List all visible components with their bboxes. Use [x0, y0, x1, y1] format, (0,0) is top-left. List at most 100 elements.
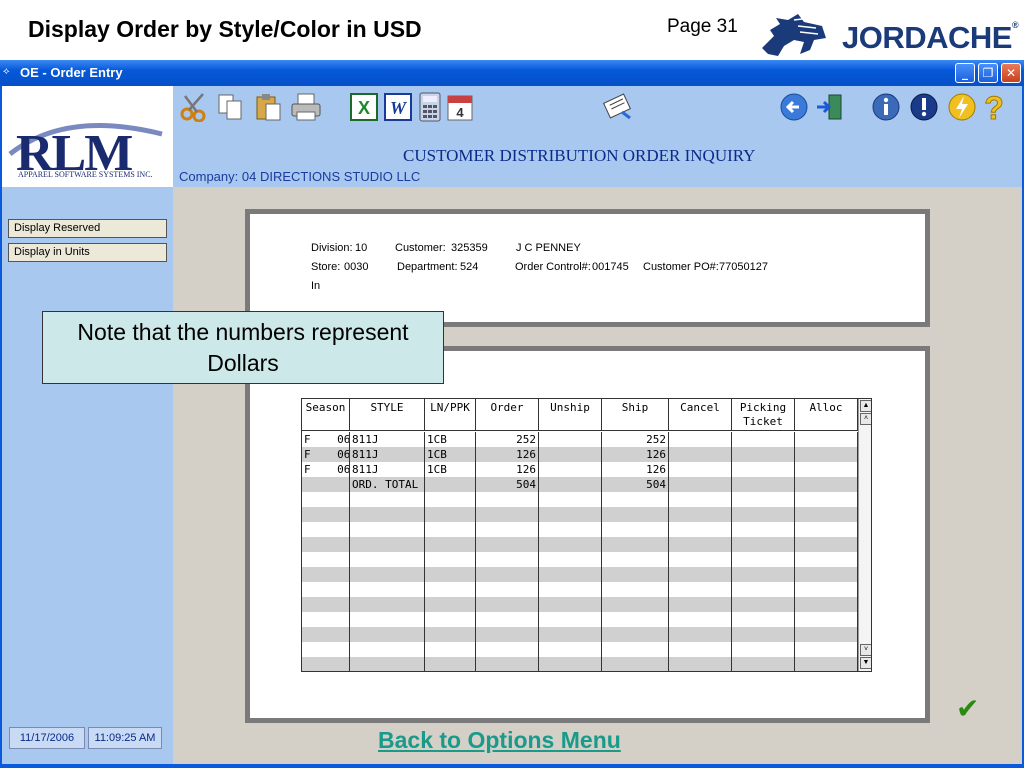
table-cell [732, 657, 795, 671]
department-label: Department: [397, 261, 458, 273]
table-row[interactable]: F 06 811J 1CB 252 252 [302, 432, 858, 447]
table-cell: 252 [602, 432, 669, 447]
table-cell [669, 477, 732, 492]
table-cell [669, 462, 732, 477]
back-to-options-link[interactable]: Back to Options Menu [378, 727, 621, 754]
exit-door-icon[interactable] [813, 90, 847, 124]
registered-mark: ® [1011, 20, 1019, 30]
column-header[interactable]: STYLE [350, 399, 425, 431]
scroll-bottom-button[interactable]: ▼ [860, 657, 871, 669]
window-titlebar[interactable]: ⟡ OE - Order Entry _ ❐ ✕ [0, 60, 1024, 86]
order-control-value: 001745 [592, 261, 629, 273]
table-cell: 252 [476, 432, 539, 447]
table-cell [476, 522, 539, 537]
scroll-down-button[interactable]: ˅ [860, 644, 871, 656]
table-row[interactable]: F 06 811J 1CB 126 126 [302, 462, 858, 477]
table-cell [350, 582, 425, 597]
table-cell [732, 627, 795, 642]
table-cell [795, 507, 858, 522]
word-icon[interactable]: W [381, 90, 415, 124]
table-cell [425, 552, 476, 567]
order-lines-grid[interactable]: Season STYLE LN/PPK Order Unship Ship Cancel Pi… [301, 398, 872, 672]
table-cell [795, 522, 858, 537]
scroll-top-button[interactable]: ▲ [860, 400, 871, 412]
paste-icon[interactable] [251, 90, 285, 124]
checkmark-icon[interactable]: ✔ [956, 692, 979, 725]
help-icon[interactable]: ? [977, 90, 1011, 124]
table-cell [669, 537, 732, 552]
department-value: 524 [460, 261, 479, 273]
table-cell [350, 627, 425, 642]
table-cell [302, 492, 350, 507]
print-icon[interactable] [289, 90, 323, 124]
table-cell [539, 522, 602, 537]
calculator-icon[interactable] [413, 90, 447, 124]
status-date: 11/17/2006 [9, 727, 85, 749]
table-cell [350, 552, 425, 567]
table-row[interactable] [302, 522, 858, 537]
division-label: Division: [311, 242, 353, 254]
alert-icon[interactable] [907, 90, 941, 124]
column-header[interactable]: LN/PPK [425, 399, 476, 431]
column-header[interactable]: Unship [539, 399, 602, 431]
table-cell [602, 567, 669, 582]
column-header[interactable]: Season [302, 399, 350, 431]
sidebar: Display Reserved Display in Units 11/17/… [2, 187, 173, 764]
copy-icon[interactable] [213, 90, 247, 124]
table-cell [425, 642, 476, 657]
table-cell [602, 597, 669, 612]
callout-note: Note that the numbers represent Dollars [42, 311, 444, 384]
table-row[interactable] [302, 582, 858, 597]
table-row[interactable] [302, 567, 858, 582]
table-cell [350, 522, 425, 537]
column-header[interactable]: Picking Ticket [732, 399, 795, 431]
excel-icon[interactable]: X [347, 90, 381, 124]
table-row[interactable] [302, 642, 858, 657]
column-header[interactable]: Alloc [795, 399, 858, 431]
table-cell [669, 657, 732, 671]
lightning-icon[interactable] [945, 90, 979, 124]
table-row[interactable] [302, 552, 858, 567]
table-cell [476, 582, 539, 597]
customer-po-label: Customer PO#: [643, 261, 719, 273]
table-row[interactable] [302, 507, 858, 522]
table-cell: 811J [350, 432, 425, 447]
table-row[interactable] [302, 627, 858, 642]
close-button[interactable]: ✕ [1001, 63, 1021, 83]
table-cell [669, 642, 732, 657]
table-cell [539, 507, 602, 522]
column-header[interactable]: Order [476, 399, 539, 431]
svg-text:4: 4 [456, 105, 464, 120]
info-icon[interactable] [869, 90, 903, 124]
table-cell [539, 432, 602, 447]
table-cell [602, 657, 669, 671]
display-in-units-button[interactable]: Display in Units [8, 243, 167, 262]
column-header[interactable]: Ship [602, 399, 669, 431]
window-title: OE - Order Entry [20, 65, 123, 80]
table-cell: 811J [350, 447, 425, 462]
table-row[interactable]: F 06 811J 1CB 126 126 [302, 447, 858, 462]
table-row[interactable] [302, 597, 858, 612]
calendar-icon[interactable]: 4 [443, 90, 477, 124]
restore-button[interactable]: ❐ [978, 63, 998, 83]
table-cell [425, 657, 476, 671]
grid-scrollbar[interactable]: ▲ ˄ ˅ ▼ [858, 399, 871, 671]
table-cell [425, 507, 476, 522]
column-header[interactable]: Cancel [669, 399, 732, 431]
back-arrow-icon[interactable] [777, 90, 811, 124]
logo-subtitle: APPAREL SOFTWARE SYSTEMS INC. [18, 170, 153, 179]
scissors-icon[interactable] [177, 90, 211, 124]
table-row[interactable] [302, 492, 858, 507]
table-row[interactable] [302, 612, 858, 627]
table-cell: 126 [602, 462, 669, 477]
store-value: 0030 [344, 261, 369, 273]
display-reserved-button[interactable]: Display Reserved [8, 219, 167, 238]
table-cell [795, 642, 858, 657]
table-row[interactable]: ORD. TOTAL 504 504 [302, 477, 858, 492]
table-row[interactable] [302, 657, 858, 671]
scroll-up-button[interactable]: ˄ [860, 413, 871, 425]
table-row[interactable] [302, 537, 858, 552]
minimize-button[interactable]: _ [955, 63, 975, 83]
table-cell [795, 657, 858, 671]
document-edit-icon[interactable] [601, 90, 635, 124]
